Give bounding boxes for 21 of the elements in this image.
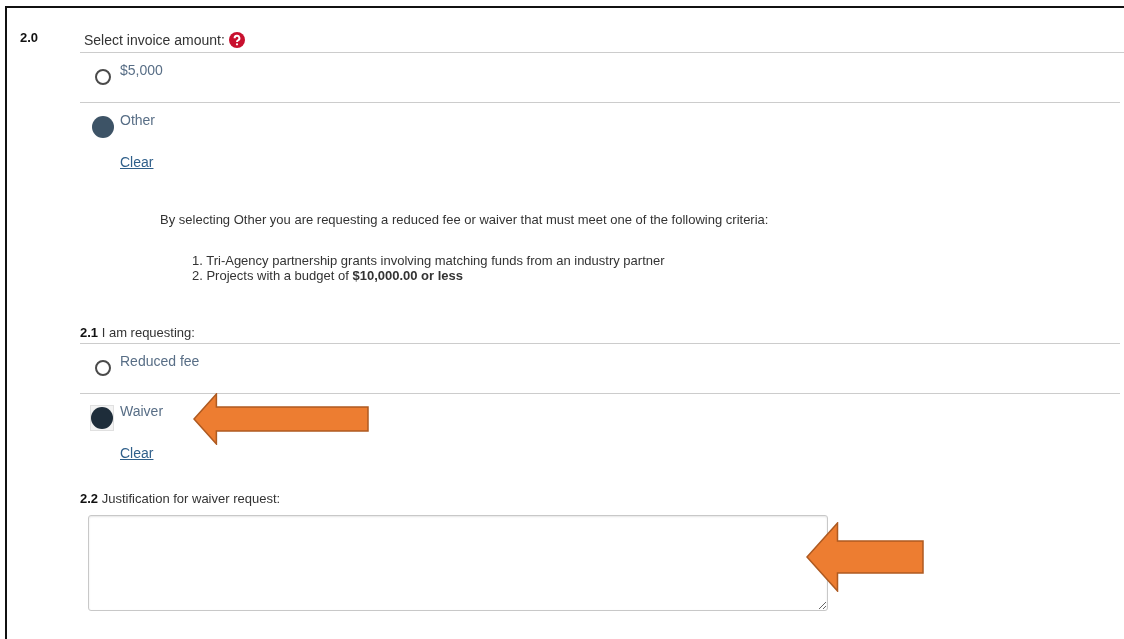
question-label: Select invoice amount:	[84, 32, 225, 48]
question-label: 2.1 I am requesting:	[80, 325, 195, 340]
option-label: Waiver	[120, 403, 164, 419]
radio-button[interactable]	[92, 116, 114, 138]
criteria-item: 2. Projects with a budget of $10,000.00 or less	[192, 268, 465, 283]
arrow-icon	[193, 393, 369, 445]
option-label: Other	[120, 112, 155, 128]
section-number: 2.0	[19, 30, 40, 47]
radio-button[interactable]	[95, 360, 111, 376]
question-label: 2.2 Justification for waiver request:	[80, 491, 281, 506]
radio-button[interactable]	[95, 69, 111, 85]
criteria-item: 1. Tri-Agency partnership grants involving matching funds from an industry partner	[192, 253, 666, 268]
arrow-icon	[806, 522, 924, 592]
justification-field[interactable]	[88, 515, 828, 611]
criteria-note: By selecting Other you are requesting a reduced fee or waiver that must meet one of the following criteria:	[160, 212, 770, 227]
option-label: $5,000	[120, 62, 163, 78]
radio-button[interactable]	[91, 407, 113, 429]
help-icon[interactable]	[228, 32, 245, 48]
option-label: Reduced fee	[120, 353, 200, 369]
clear-link[interactable]: Clear	[120, 154, 154, 170]
clear-link[interactable]: Clear	[120, 445, 154, 461]
